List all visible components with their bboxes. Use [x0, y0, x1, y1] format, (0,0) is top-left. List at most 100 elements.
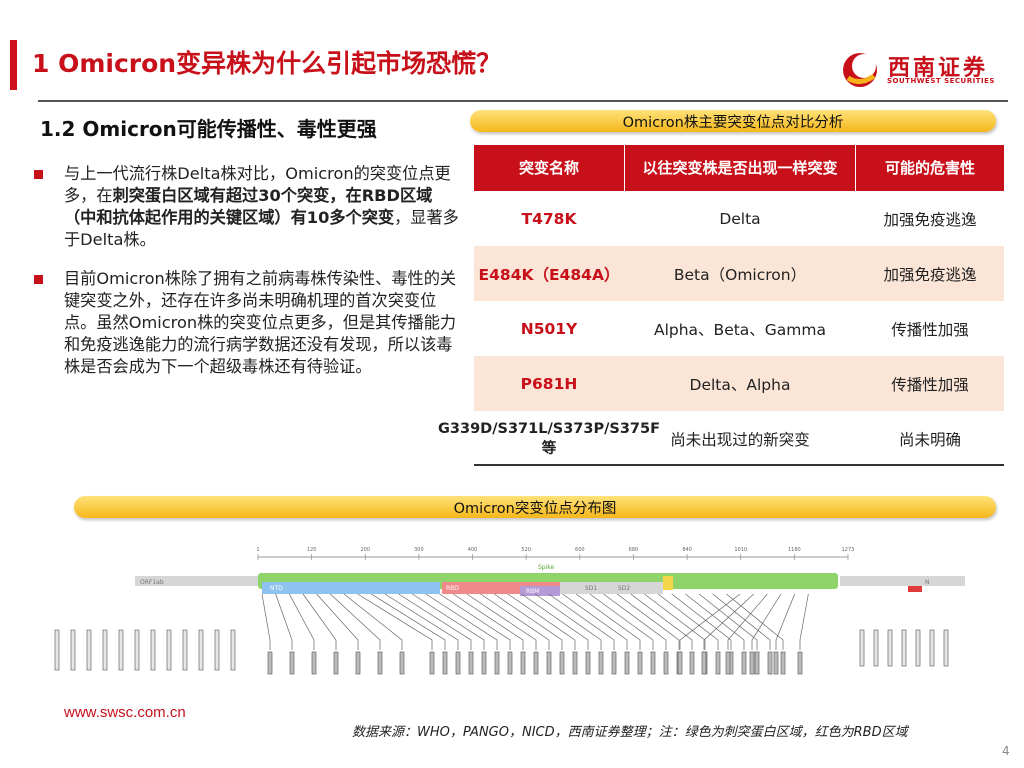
ntd-region: [262, 582, 440, 594]
mutation-label-placeholder: [754, 651, 760, 675]
mutation-label-placeholder: [598, 651, 604, 675]
faded-label-placeholder: [859, 629, 865, 667]
mutation-label-placeholder: [767, 651, 773, 675]
mutation-label-placeholder: [520, 651, 526, 675]
faded-label-placeholder: [166, 629, 172, 671]
mutation-label-placeholder: [663, 651, 669, 675]
ruler-tick-label: 400: [468, 547, 478, 553]
diagram-banner-title: Omicron突变位点分布图: [453, 501, 617, 517]
table-row: E484K（E484A） Beta（Omicron） 加强免疫逃逸: [474, 246, 1004, 301]
mutation-name: G339D/S371L/S373P/S375F等: [438, 420, 660, 457]
mutation-leader-line: [330, 593, 381, 650]
possible-harm: 加强免疫逃逸: [883, 210, 977, 229]
ruler-tick-label: 120: [307, 547, 317, 553]
faded-label-placeholder: [901, 629, 907, 667]
bullet-text: 目前Omicron株除了拥有之前病毒株传染性、毒性的关键突变之外，还存在许多尚未…: [64, 268, 464, 378]
mutation-label-placeholder: [749, 651, 755, 675]
mutation-label-placeholder: [677, 651, 683, 675]
logo-english-name: SOUTHWEST SECURITIES: [887, 77, 995, 85]
mutation-leader-line: [521, 593, 589, 650]
ruler-tick-label: 300: [414, 547, 424, 553]
mutation-leader-line: [398, 593, 472, 650]
bullet-1-part-2-bold: 刺突蛋白区域有超过30个突变，在RBD区域（中和抗体起作用的关键区域）有10多个…: [64, 186, 433, 227]
ruler-tick-label: 520: [521, 547, 531, 553]
table-row: P681H Delta、Alpha 传播性加强: [474, 356, 1004, 411]
mutation-leader-line: [343, 593, 403, 650]
mutation-label-placeholder: [780, 651, 786, 675]
mutation-leader-line: [534, 593, 602, 650]
mutation-distribution-diagram: 1 120 200 300 400 520 600 680 840 1010 1180 1273 OR…: [54, 547, 965, 675]
mutation-label-placeholder: [701, 651, 707, 675]
header-divider: [38, 100, 1008, 102]
mutation-leader-line: [671, 593, 732, 650]
rbd-label: RBD: [446, 585, 459, 592]
mutation-label-placeholder: [267, 651, 273, 675]
table-bottom-rule: [474, 464, 1004, 466]
mutation-leader-line: [603, 593, 667, 650]
faded-label-placeholder: [873, 629, 879, 667]
faded-label-placeholder: [86, 629, 92, 671]
table-row: N501Y Alpha、Beta、Gamma 传播性加强: [474, 301, 1004, 356]
ruler-tick-label: 1180: [788, 547, 801, 553]
mutation-leader-line: [493, 593, 563, 650]
table-header-cell: 突变名称: [518, 159, 579, 177]
sd2-label: SD2: [618, 585, 630, 592]
mutation-leader-line: [412, 593, 485, 650]
mutation-label-placeholder: [377, 651, 383, 675]
mutation-leader-line: [751, 593, 782, 650]
mutation-label-placeholder: [546, 651, 552, 675]
mutation-label-placeholder: [572, 651, 578, 675]
page-title: 1 Omicron变异株为什么引起市场恐慌？: [32, 49, 502, 78]
faded-label-placeholder: [70, 629, 76, 671]
mutation-label-placeholder: [650, 651, 656, 675]
mutation-leader-line: [548, 593, 615, 650]
section-subtitle: 1.2 Omicron可能传播性、毒性更强: [40, 117, 377, 141]
mutation-label-placeholder: [715, 651, 721, 675]
website-url[interactable]: www.swsc.com.cn: [64, 704, 186, 721]
faded-label-placeholder: [887, 629, 893, 667]
faded-label-placeholder: [134, 629, 140, 671]
possible-harm: 传播性加强: [891, 375, 969, 394]
mutation-label-placeholder: [773, 651, 779, 675]
mutation-name: E484K（E484A）: [478, 265, 620, 284]
mutation-leader-line: [302, 593, 337, 650]
mutation-leader-line: [480, 593, 550, 650]
table-header-cell: 以往突变株是否出现一样突变: [642, 159, 838, 177]
data-source-note: 数据来源：WHO，PANGO，NICD，西南证券整理；注：绿色为刺突蛋白区域，红…: [352, 725, 908, 740]
ruler-tick-label: 1273: [842, 547, 855, 553]
prior-strains: Delta: [719, 209, 761, 228]
mutation-label-placeholder: [429, 651, 435, 675]
mutation-label-placeholder: [797, 651, 803, 675]
faded-label-placeholder: [214, 629, 220, 671]
faded-label-placeholder: [929, 629, 935, 667]
orf1ab-label: ORF1ab: [140, 579, 164, 586]
table-banner: Omicron株主要突变位点对比分析: [470, 110, 996, 132]
page-number: 4: [1002, 744, 1010, 758]
faded-label-placeholder: [118, 629, 124, 671]
mutation-leader-line: [384, 593, 459, 650]
table-row: T478K Delta 加强免疫逃逸: [474, 191, 1004, 246]
mutation-leader-line: [799, 593, 809, 650]
bullet-2-part-1: 目前Omicron株除了拥有之前病毒株传染性、毒性的关键突变之外，还存在许多尚未…: [64, 269, 457, 376]
mutation-leader-line: [657, 593, 719, 650]
diagram-banner: Omicron突变位点分布图: [74, 496, 996, 518]
mutation-label-placeholder: [689, 651, 695, 675]
bullet-square-icon: [34, 275, 43, 284]
bullet-text: 与上一代流行株Delta株对比，Omicron的突变位点更多，在刺突蛋白区域有超…: [64, 163, 464, 251]
mutation-leader-line: [507, 593, 576, 650]
table-row: G339D/S371L/S373P/S375F等 尚未出现过的新突变 尚未明确: [438, 411, 1004, 466]
table-header-cell: 可能的危害性: [884, 159, 975, 177]
mutation-label-placeholder: [481, 651, 487, 675]
mutation-label-placeholder: [725, 651, 731, 675]
mutation-label-placeholder: [311, 651, 317, 675]
mutation-leader-line: [289, 593, 315, 650]
mutation-label-placeholder: [494, 651, 500, 675]
sd1-label: SD1: [585, 585, 597, 592]
faded-label-placeholder: [150, 629, 156, 671]
bullet-2: 目前Omicron株除了拥有之前病毒株传染性、毒性的关键突变之外，还存在许多尚未…: [34, 268, 464, 418]
mutation-name: T478K: [521, 209, 577, 228]
bullet-1: 与上一代流行株Delta株对比，Omicron的突变位点更多，在刺突蛋白区域有超…: [34, 163, 464, 259]
mutation-leader-line: [616, 593, 680, 650]
mutation-leader-lines: [54, 593, 949, 675]
mutation-leader-line: [371, 593, 446, 650]
